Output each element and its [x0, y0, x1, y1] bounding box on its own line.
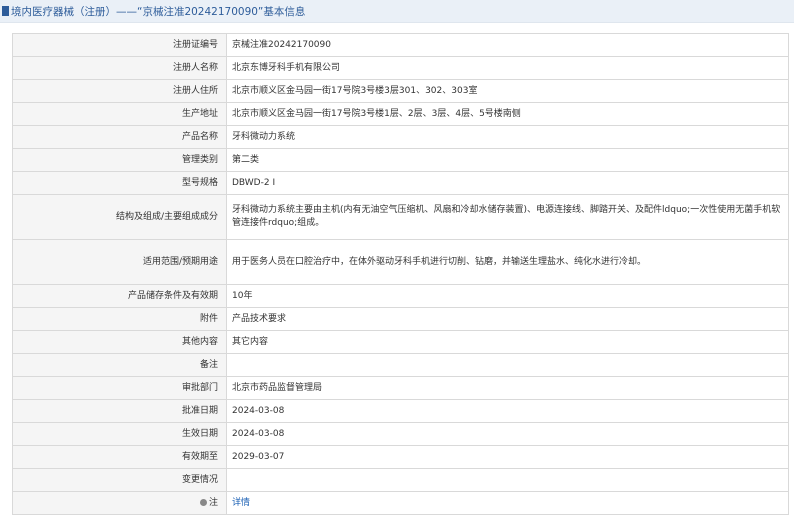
row-label: 批准日期 — [12, 399, 227, 423]
row-value: 10年 — [226, 284, 789, 308]
row-label: 适用范围/预期用途 — [12, 239, 227, 285]
row-label: 审批部门 — [12, 376, 227, 400]
row-label: 生效日期 — [12, 422, 227, 446]
row-label: 注册人名称 — [12, 56, 227, 80]
row-value: 牙科微动力系统 — [226, 125, 789, 149]
page-title: 境内医疗器械（注册）——“京械注准20242170090”基本信息 — [11, 5, 306, 18]
row-label: 注册人住所 — [12, 79, 227, 103]
table-row: 变更情况 — [12, 468, 789, 492]
table-row: 生效日期 2024-03-08 — [12, 422, 789, 446]
document-icon — [2, 6, 9, 16]
table-row: 注 详情 — [12, 491, 789, 515]
row-value: 北京市药品监督管理局 — [226, 376, 789, 400]
row-value: 第二类 — [226, 148, 789, 172]
row-label: 型号规格 — [12, 171, 227, 195]
table-row: 型号规格 DBWD-2 I — [12, 171, 789, 195]
row-value: 用于医务人员在口腔治疗中，在体外驱动牙科手机进行切削、钻磨，并输送生理盐水、纯化… — [226, 239, 789, 285]
note-label: 注 — [12, 491, 227, 515]
row-value: 北京市顺义区金马园一街17号院3号楼3层301、302、303室 — [226, 79, 789, 103]
tip-icon — [199, 498, 207, 506]
table-row: 适用范围/预期用途 用于医务人员在口腔治疗中，在体外驱动牙科手机进行切削、钻磨，… — [12, 239, 789, 285]
row-value: 产品技术要求 — [226, 307, 789, 331]
table-row: 其他内容 其它内容 — [12, 330, 789, 354]
table-row: 批准日期 2024-03-08 — [12, 399, 789, 423]
row-label: 生产地址 — [12, 102, 227, 126]
table-row: 附件 产品技术要求 — [12, 307, 789, 331]
row-value: 北京市顺义区金马园一街17号院3号楼1层、2层、3层、4层、5号楼南侧 — [226, 102, 789, 126]
row-value — [226, 468, 789, 492]
row-value: 其它内容 — [226, 330, 789, 354]
table-row: 注册人名称 北京东博牙科手机有限公司 — [12, 56, 789, 80]
table-row: 审批部门 北京市药品监督管理局 — [12, 376, 789, 400]
row-label: 注册证编号 — [12, 33, 227, 57]
row-value: DBWD-2 I — [226, 171, 789, 195]
table-row: 有效期至 2029-03-07 — [12, 445, 789, 469]
table-row: 产品储存条件及有效期 10年 — [12, 284, 789, 308]
page-header: 境内医疗器械（注册）——“京械注准20242170090”基本信息 — [0, 0, 794, 23]
row-value: 牙科微动力系统主要由主机(内有无油空气压缩机、风扇和冷却水储存装置)、电源连接线… — [226, 194, 789, 240]
row-label: 变更情况 — [12, 468, 227, 492]
table-row: 管理类别 第二类 — [12, 148, 789, 172]
table-row: 产品名称 牙科微动力系统 — [12, 125, 789, 149]
row-label: 管理类别 — [12, 148, 227, 172]
table-row: 注册人住所 北京市顺义区金马园一街17号院3号楼3层301、302、303室 — [12, 79, 789, 103]
row-value — [226, 353, 789, 377]
row-value: 北京东博牙科手机有限公司 — [226, 56, 789, 80]
row-value: 2024-03-08 — [226, 399, 789, 423]
row-value: 详情 — [226, 491, 789, 515]
row-value: 2024-03-08 — [226, 422, 789, 446]
row-label: 产品储存条件及有效期 — [12, 284, 227, 308]
row-label: 结构及组成/主要组成成分 — [12, 194, 227, 240]
row-label: 备注 — [12, 353, 227, 377]
table-row: 结构及组成/主要组成成分 牙科微动力系统主要由主机(内有无油空气压缩机、风扇和冷… — [12, 194, 789, 240]
row-value: 京械注准20242170090 — [226, 33, 789, 57]
table-row: 生产地址 北京市顺义区金马园一街17号院3号楼1层、2层、3层、4层、5号楼南侧 — [12, 102, 789, 126]
details-link[interactable]: 详情 — [232, 498, 250, 508]
table-row: 注册证编号 京械注准20242170090 — [12, 33, 789, 57]
row-value: 2029-03-07 — [226, 445, 789, 469]
row-label: 其他内容 — [12, 330, 227, 354]
row-label: 附件 — [12, 307, 227, 331]
info-table: 注册证编号 京械注准20242170090 注册人名称 北京东博牙科手机有限公司… — [12, 33, 789, 515]
row-label: 有效期至 — [12, 445, 227, 469]
table-row: 备注 — [12, 353, 789, 377]
row-label: 注 — [208, 497, 218, 508]
row-label: 产品名称 — [12, 125, 227, 149]
